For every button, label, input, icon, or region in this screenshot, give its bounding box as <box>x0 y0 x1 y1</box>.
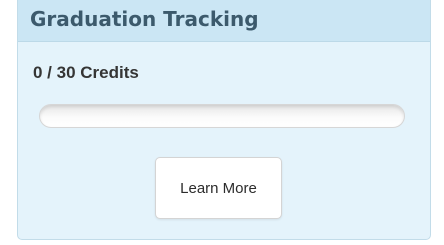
panel-header: Graduation Tracking <box>18 0 430 42</box>
credits-progress-bar <box>39 104 405 128</box>
credits-count: 0 / 30 Credits <box>33 63 139 82</box>
learn-more-button[interactable]: Learn More <box>155 157 282 219</box>
panel-title: Graduation Tracking <box>30 7 259 31</box>
graduation-tracking-panel: Graduation Tracking 0 / 30 Credits Learn… <box>17 0 431 240</box>
